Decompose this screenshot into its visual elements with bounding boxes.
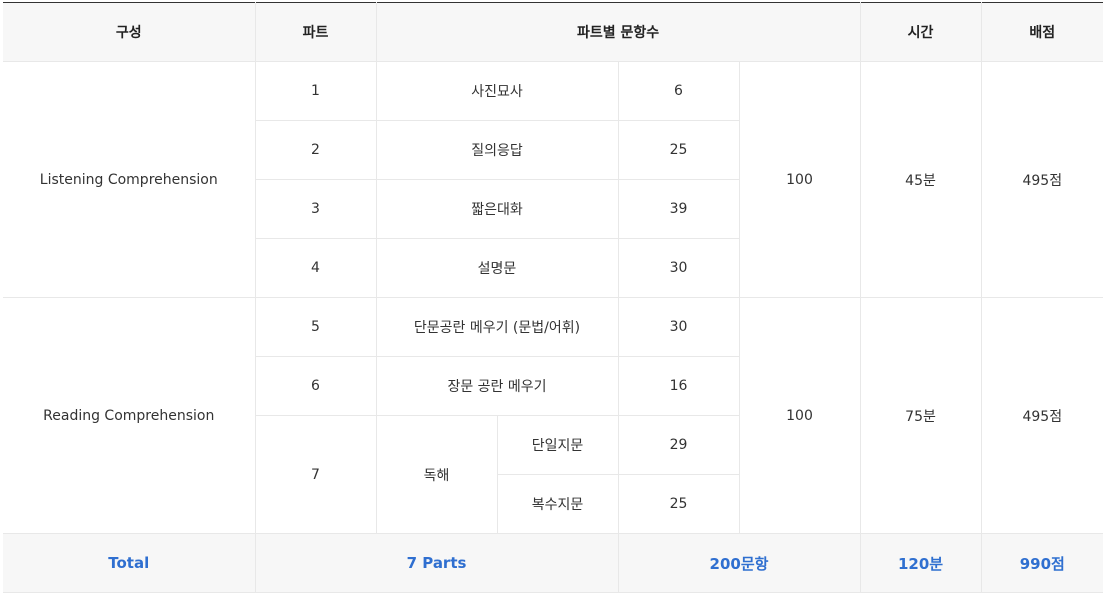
listening-score: 495점 bbox=[980, 61, 1104, 298]
subpart-count: 29 bbox=[617, 415, 739, 475]
total-label: Total bbox=[3, 533, 256, 593]
listening-label: Listening Comprehension bbox=[3, 61, 256, 298]
part-count: 16 bbox=[617, 356, 739, 416]
part-name: 장문 공란 메우기 bbox=[375, 356, 619, 416]
table-row: Reading Comprehension 5 단문공란 메우기 (문법/어휘)… bbox=[3, 297, 1104, 534]
reading-label: Reading Comprehension bbox=[3, 297, 256, 534]
subpart-count: 25 bbox=[617, 474, 739, 534]
part-number: 1 bbox=[254, 61, 377, 121]
part-name: 독해 bbox=[375, 415, 498, 534]
header-time: 시간 bbox=[859, 2, 982, 62]
part-count: 39 bbox=[617, 179, 739, 239]
header-questions-per-part: 파트별 문항수 bbox=[375, 2, 861, 62]
part-name: 사진묘사 bbox=[375, 61, 619, 121]
total-row: Total 7 Parts 200문항 120분 990점 bbox=[3, 533, 1104, 593]
reading-time: 75분 bbox=[859, 297, 982, 534]
header-part: 파트 bbox=[254, 2, 377, 62]
part-number: 3 bbox=[255, 179, 377, 239]
total-score: 990점 bbox=[980, 533, 1104, 593]
header-score: 배점 bbox=[980, 2, 1104, 62]
part-name: 짧은대화 bbox=[375, 179, 619, 239]
part-number: 2 bbox=[255, 120, 377, 180]
part-number: 7 bbox=[255, 415, 377, 534]
part-count: 30 bbox=[617, 297, 740, 357]
listening-time: 45분 bbox=[859, 61, 982, 298]
total-parts: 7 Parts bbox=[254, 533, 619, 593]
part-name: 단문공란 메우기 (문법/어휘) bbox=[375, 297, 619, 357]
part-name: 설명문 bbox=[375, 238, 619, 298]
part-count: 25 bbox=[617, 120, 739, 180]
reading-score: 495점 bbox=[980, 297, 1104, 534]
part-count: 6 bbox=[617, 61, 740, 121]
total-time: 120분 bbox=[859, 533, 982, 593]
part-number: 5 bbox=[254, 297, 377, 357]
header-row: 구성 파트 파트별 문항수 시간 배점 bbox=[3, 2, 1104, 62]
subpart-name: 복수지문 bbox=[497, 474, 619, 534]
part-number: 6 bbox=[255, 356, 377, 416]
toeic-structure-table: 구성 파트 파트별 문항수 시간 배점 Listening Comprehens… bbox=[3, 2, 1104, 593]
listening-subtotal: 100 bbox=[738, 61, 861, 298]
part-number: 4 bbox=[255, 238, 377, 298]
subpart-name: 단일지문 bbox=[496, 415, 619, 475]
header-composition: 구성 bbox=[3, 2, 256, 62]
toeic-structure-table-wrapper: 구성 파트 파트별 문항수 시간 배점 Listening Comprehens… bbox=[3, 2, 1104, 593]
table-row: Listening Comprehension 1 사진묘사 6 100 45분… bbox=[3, 61, 1104, 298]
part-count: 30 bbox=[617, 238, 739, 298]
part-name: 질의응답 bbox=[375, 120, 619, 180]
reading-subtotal: 100 bbox=[738, 297, 861, 534]
total-questions: 200문항 bbox=[617, 533, 861, 593]
